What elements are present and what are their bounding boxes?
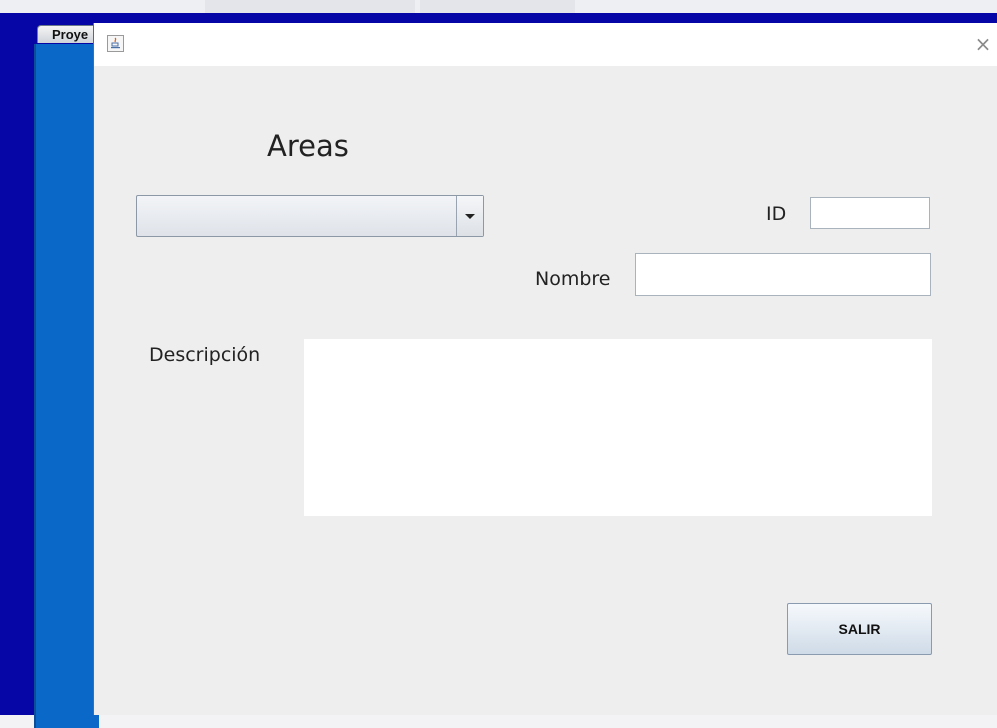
parent-tab[interactable]: Proye bbox=[37, 25, 97, 43]
background-segment bbox=[420, 0, 575, 13]
nombre-field[interactable] bbox=[635, 253, 931, 296]
id-field[interactable] bbox=[810, 197, 930, 229]
descripcion-textarea[interactable] bbox=[304, 339, 932, 516]
desktop-background bbox=[0, 0, 997, 13]
id-label: ID bbox=[766, 203, 787, 225]
page-title: Areas bbox=[267, 129, 349, 163]
background-segment bbox=[205, 0, 415, 13]
salir-button[interactable]: SALIR bbox=[787, 603, 932, 655]
dialog-titlebar[interactable]: × bbox=[94, 23, 997, 66]
chevron-down-icon[interactable] bbox=[456, 196, 483, 236]
close-icon[interactable]: × bbox=[970, 31, 996, 57]
areas-combobox[interactable] bbox=[136, 195, 484, 237]
nombre-label: Nombre bbox=[535, 268, 611, 290]
descripcion-label: Descripción bbox=[149, 344, 261, 366]
parent-content-pane bbox=[34, 44, 99, 728]
areas-dialog: × Areas ID Nombre Descripción SALIR bbox=[93, 23, 997, 715]
java-icon bbox=[107, 35, 124, 52]
